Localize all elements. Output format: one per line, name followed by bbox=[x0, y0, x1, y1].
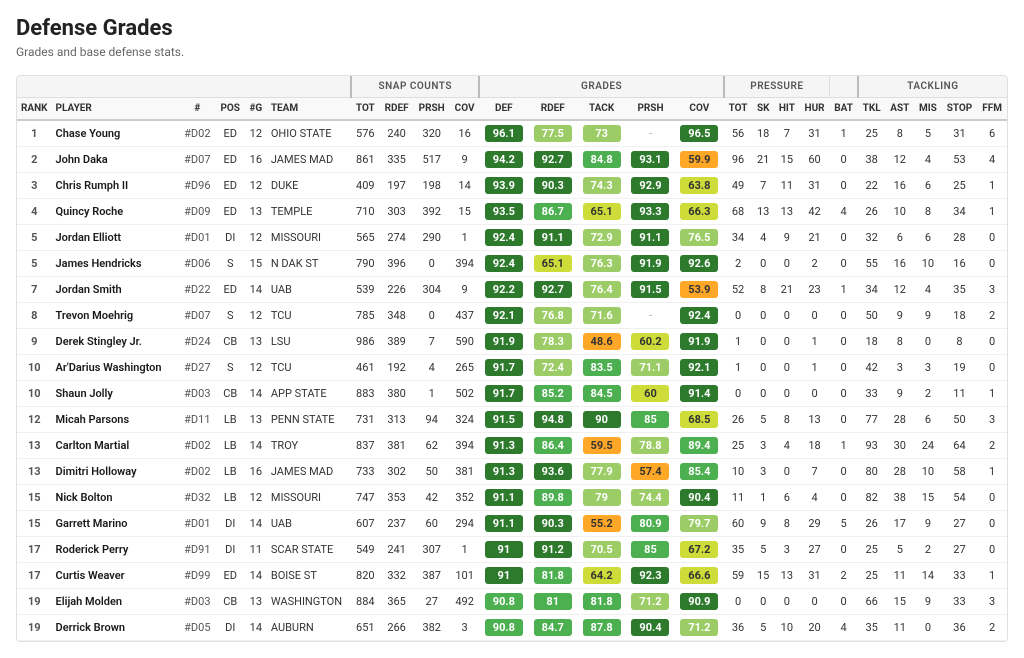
col-rdef: RDEF bbox=[380, 98, 414, 121]
page-subtitle: Grades and base defense stats. bbox=[16, 45, 1008, 59]
table-row: 5Jordan Elliott#D01DI12MISSOURI565274290… bbox=[17, 225, 1007, 251]
group-pressure: PRESSURE bbox=[724, 76, 830, 98]
col-stop: STOP bbox=[942, 98, 978, 121]
col-def: DEF bbox=[479, 98, 528, 121]
col-ffm: FFM bbox=[977, 98, 1007, 121]
table-row: 13Carlton Martial#D02LB14TROY83738162394… bbox=[17, 433, 1007, 459]
col-num: # bbox=[179, 98, 216, 121]
group-snap-counts: SNAP COUNTS bbox=[351, 76, 479, 98]
group-empty bbox=[17, 76, 351, 98]
group-bat bbox=[829, 76, 857, 98]
col-grades-rdef: RDEF bbox=[528, 98, 577, 121]
page-title: Defense Grades bbox=[16, 16, 1008, 41]
col-mis: MIS bbox=[914, 98, 941, 121]
col-header-row: RANK PLAYER # POS #G TEAM TOT RDEF PRSH … bbox=[17, 98, 1007, 121]
col-tkl: TKL bbox=[858, 98, 886, 121]
grades-table: SNAP COUNTS GRADES PRESSURE TACKLING RAN… bbox=[17, 76, 1007, 641]
table-row: 17Roderick Perry#D91DI11SCAR STATE549241… bbox=[17, 537, 1007, 563]
table-row: 19Elijah Molden#D03CB13WASHINGTON8843652… bbox=[17, 589, 1007, 615]
table-container: SNAP COUNTS GRADES PRESSURE TACKLING RAN… bbox=[16, 75, 1008, 642]
col-ast: AST bbox=[885, 98, 914, 121]
table-row: 8Trevon Moehrig#D07S12TCU785348043792.17… bbox=[17, 303, 1007, 329]
table-row: 4Quincy Roche#D09ED13TEMPLE7103033921593… bbox=[17, 199, 1007, 225]
table-row: 13Dimitri Holloway#D02LB16JAMES MAD73330… bbox=[17, 459, 1007, 485]
col-sk: SK bbox=[752, 98, 774, 121]
table-row: 1Chase Young#D02ED12OHIO STATE5762403201… bbox=[17, 120, 1007, 147]
table-row: 15Garrett Marino#D01DI14UAB6072376029491… bbox=[17, 511, 1007, 537]
table-row: 2John Daka#D07ED16JAMES MAD861335517994.… bbox=[17, 147, 1007, 173]
group-header-row: SNAP COUNTS GRADES PRESSURE TACKLING bbox=[17, 76, 1007, 98]
col-p-tot: TOT bbox=[724, 98, 753, 121]
col-hur: HUR bbox=[800, 98, 830, 121]
col-rank: RANK bbox=[17, 98, 52, 121]
table-row: 5James Hendricks#D06S15N DAK ST790396039… bbox=[17, 251, 1007, 277]
table-row: 15Nick Bolton#D32LB12MISSOURI74735342352… bbox=[17, 485, 1007, 511]
group-tackling: TACKLING bbox=[858, 76, 1007, 98]
col-tack: TACK bbox=[577, 98, 626, 121]
col-grades-cov: COV bbox=[675, 98, 724, 121]
table-row: 7Jordan Smith#D22ED14UAB539226304992.292… bbox=[17, 277, 1007, 303]
col-pos: POS bbox=[216, 98, 245, 121]
table-row: 10Shaun Jolly#D03CB14APP STATE8833801502… bbox=[17, 381, 1007, 407]
table-body: 1Chase Young#D02ED12OHIO STATE5762403201… bbox=[17, 120, 1007, 641]
group-grades: GRADES bbox=[479, 76, 723, 98]
col-prsh: PRSH bbox=[414, 98, 450, 121]
table-row: 12Micah Parsons#D11LB13PENN STATE7313139… bbox=[17, 407, 1007, 433]
col-hit: HIT bbox=[774, 98, 800, 121]
col-grades-prsh: PRSH bbox=[626, 98, 675, 121]
col-tot: TOT bbox=[351, 98, 380, 121]
col-team: TEAM bbox=[267, 98, 351, 121]
table-row: 9Derek Stingley Jr.#D24CB13LSU9863897590… bbox=[17, 329, 1007, 355]
table-row: 17Curtis Weaver#D99ED14BOISE ST820332387… bbox=[17, 563, 1007, 589]
col-cov: COV bbox=[450, 98, 480, 121]
table-row: 10Ar'Darius Washington#D27S12TCU46119242… bbox=[17, 355, 1007, 381]
col-player: PLAYER bbox=[52, 98, 180, 121]
page-container: Defense Grades Grades and base defense s… bbox=[0, 0, 1024, 658]
col-bat: BAT bbox=[829, 98, 857, 121]
table-row: 3Chris Rumph II#D96ED12DUKE4091971981493… bbox=[17, 173, 1007, 199]
table-row: 19Derrick Brown#D05DI14AUBURN65126638239… bbox=[17, 615, 1007, 641]
col-g: #G bbox=[245, 98, 267, 121]
